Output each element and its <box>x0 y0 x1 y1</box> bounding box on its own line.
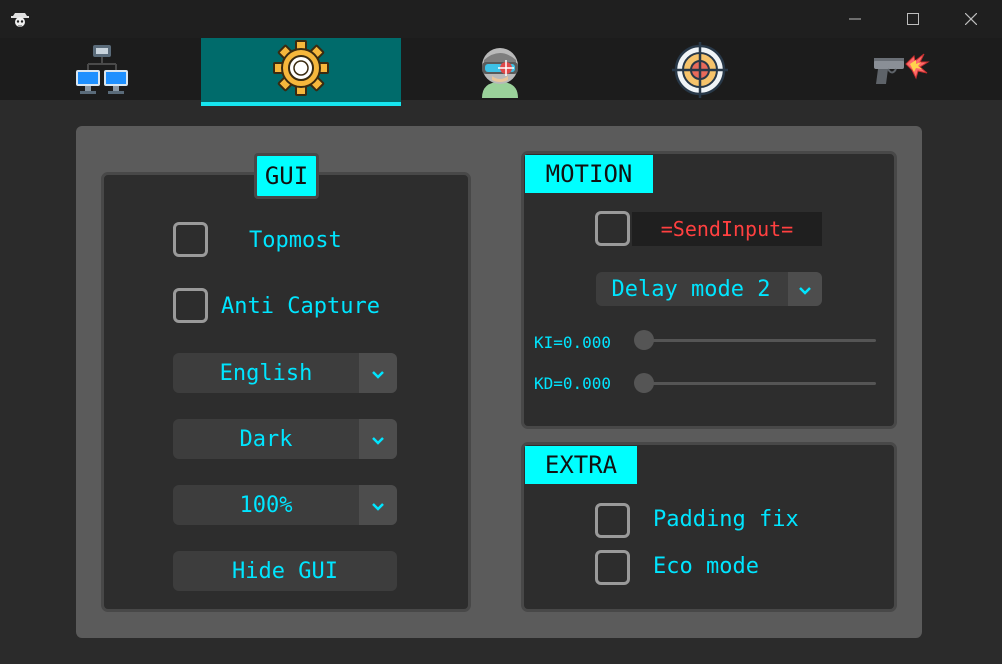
tab-settings[interactable] <box>201 38 401 106</box>
tab-trigger[interactable] <box>800 38 1000 106</box>
scale-select-value: 100% <box>239 492 293 518</box>
language-select-arrow[interactable] <box>359 353 397 393</box>
tab-aim[interactable] <box>400 38 600 106</box>
delay-mode-select[interactable]: Delay mode 2 <box>596 272 822 306</box>
ki-label: KI=0.000 <box>534 333 612 352</box>
topmost-checkbox[interactable] <box>173 222 208 257</box>
eco-mode-checkbox[interactable] <box>595 550 630 585</box>
eco-mode-label: Eco mode <box>653 554 759 579</box>
language-select[interactable]: English <box>173 353 397 393</box>
gui-group-title: GUI <box>254 153 319 199</box>
theme-select[interactable]: Dark <box>173 419 397 459</box>
pistol-fire-icon <box>870 50 930 94</box>
network-computers-icon <box>74 44 130 100</box>
delay-mode-select-arrow[interactable] <box>788 272 822 306</box>
theme-select-arrow[interactable] <box>359 419 397 459</box>
send-input-checkbox[interactable] <box>595 211 630 246</box>
tab-network[interactable] <box>2 38 202 106</box>
title-bar <box>0 0 1002 38</box>
anti-capture-checkbox[interactable] <box>173 288 208 323</box>
chevron-down-icon <box>372 496 384 515</box>
motion-group-title: MOTION <box>525 155 653 193</box>
anti-capture-label: Anti Capture <box>221 294 380 319</box>
tab-target[interactable] <box>600 38 800 106</box>
tab-bar <box>0 38 1002 106</box>
minimize-button[interactable] <box>826 0 884 38</box>
delay-mode-select-value: Delay mode 2 <box>611 276 771 302</box>
scale-select-arrow[interactable] <box>359 485 397 525</box>
chevron-down-icon <box>372 364 384 383</box>
kd-label: KD=0.000 <box>534 374 612 393</box>
maximize-button[interactable] <box>884 0 942 38</box>
crosshair-icon <box>672 42 728 102</box>
chevron-down-icon <box>372 430 384 449</box>
padding-fix-checkbox[interactable] <box>595 503 630 538</box>
cowboy-skull-icon <box>10 9 30 29</box>
send-input-label: =SendInput= <box>632 212 822 246</box>
scale-select[interactable]: 100% <box>173 485 397 525</box>
theme-select-value: Dark <box>239 426 293 452</box>
kd-slider-thumb[interactable] <box>634 373 654 393</box>
topmost-label: Topmost <box>249 228 342 253</box>
minimize-icon <box>849 10 861 29</box>
maximize-icon <box>907 10 919 29</box>
language-select-value: English <box>219 360 313 386</box>
main-panel: GUI Topmost Anti Capture English Dark 10… <box>76 126 922 638</box>
gear-icon <box>272 39 330 101</box>
extra-group-title: EXTRA <box>525 446 637 484</box>
kd-slider-track[interactable] <box>636 382 876 385</box>
ki-slider-thumb[interactable] <box>634 330 654 350</box>
close-icon <box>964 10 978 29</box>
hide-gui-button[interactable]: Hide GUI <box>173 551 397 591</box>
chevron-down-icon <box>799 280 811 299</box>
soldier-visor-icon <box>476 42 524 102</box>
close-button[interactable] <box>942 0 1000 38</box>
padding-fix-label: Padding fix <box>653 507 799 532</box>
ki-slider-track[interactable] <box>636 339 876 342</box>
